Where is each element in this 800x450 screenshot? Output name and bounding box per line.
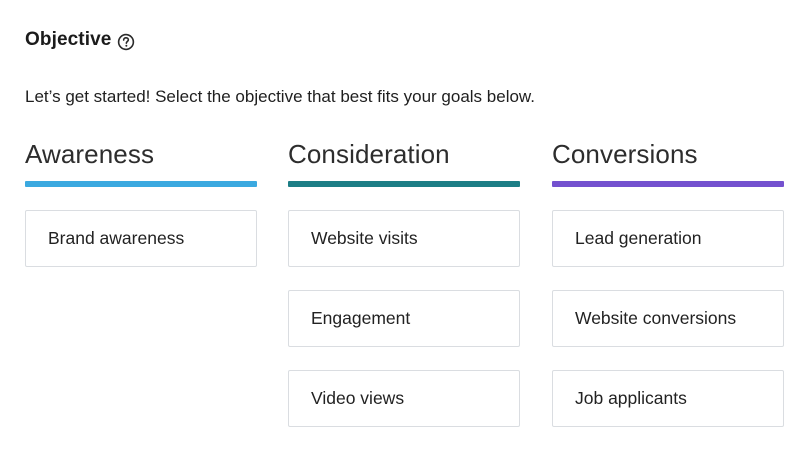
option-website-conversions[interactable]: Website conversions xyxy=(552,290,784,347)
column-conversions: Conversions Lead generation Website conv… xyxy=(552,136,784,450)
option-engagement[interactable]: Engagement xyxy=(288,290,520,347)
column-heading-consideration: Consideration xyxy=(288,139,450,169)
option-job-applicants[interactable]: Job applicants xyxy=(552,370,784,427)
instruction-text: Let’s get started! Select the objective … xyxy=(25,87,535,106)
column-bar-conversions xyxy=(552,181,784,187)
page-title: Objective xyxy=(25,29,112,50)
objective-page: Objective Let’s get started! Select the … xyxy=(0,0,800,450)
column-bar-consideration xyxy=(288,181,520,187)
question-circle-icon[interactable] xyxy=(117,33,135,51)
option-lead-generation[interactable]: Lead generation xyxy=(552,210,784,267)
column-consideration: Consideration Website visits Engagement … xyxy=(288,136,520,450)
option-website-visits[interactable]: Website visits xyxy=(288,210,520,267)
options-conversions: Lead generation Website conversions Job … xyxy=(552,210,784,427)
objective-header: Objective xyxy=(25,29,135,51)
column-bar-awareness xyxy=(25,181,257,187)
options-awareness: Brand awareness xyxy=(25,210,257,267)
column-awareness: Awareness Brand awareness xyxy=(25,136,257,290)
option-brand-awareness[interactable]: Brand awareness xyxy=(25,210,257,267)
column-heading-conversions: Conversions xyxy=(552,139,698,169)
option-video-views[interactable]: Video views xyxy=(288,370,520,427)
column-heading-awareness: Awareness xyxy=(25,139,155,169)
options-consideration: Website visits Engagement Video views xyxy=(288,210,520,427)
